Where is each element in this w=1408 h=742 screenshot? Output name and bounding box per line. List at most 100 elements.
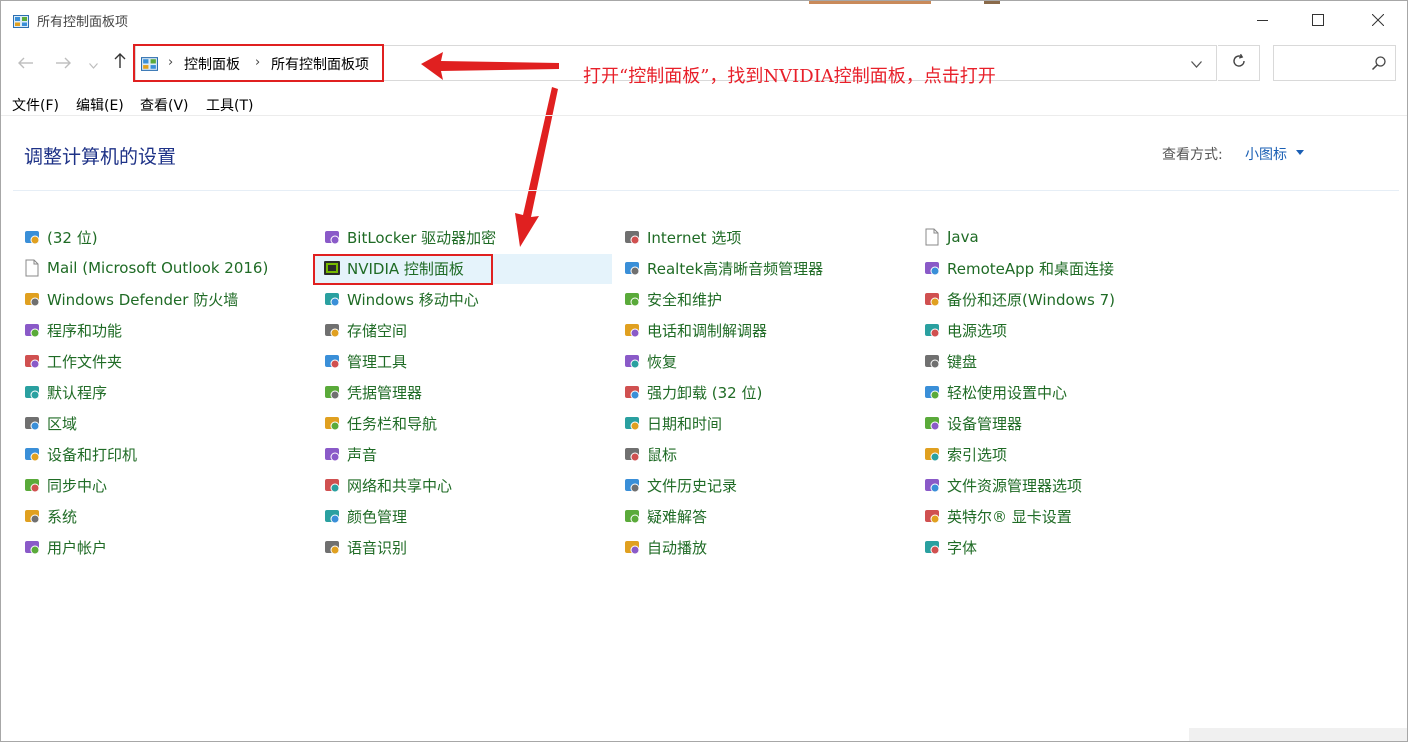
control-panel-item[interactable]: (32 位) xyxy=(23,225,98,249)
control-panel-item[interactable]: 安全和维护 xyxy=(623,287,722,311)
control-panel-item-label: 轻松使用设置中心 xyxy=(947,383,1068,402)
control-panel-item[interactable]: 索引选项 xyxy=(923,442,1007,466)
control-panel-item[interactable]: Windows Defender 防火墙 xyxy=(23,287,238,311)
control-panel-item-label: 声音 xyxy=(347,445,378,464)
control-panel-item[interactable]: 语音识别 xyxy=(323,535,407,559)
control-panel-item-label: Realtek高清晰音频管理器 xyxy=(647,259,824,278)
applet-icon xyxy=(923,352,941,370)
control-panel-item[interactable]: BitLocker 驱动器加密 xyxy=(323,225,496,249)
control-panel-item-label: Windows Defender 防火墙 xyxy=(47,290,239,309)
control-panel-item[interactable]: 区域 xyxy=(23,411,77,435)
control-panel-item[interactable]: 系统 xyxy=(23,504,77,528)
control-panel-item[interactable]: 自动播放 xyxy=(623,535,707,559)
applet-icon xyxy=(923,538,941,556)
applet-icon xyxy=(923,383,941,401)
applet-icon xyxy=(323,383,341,401)
control-panel-item[interactable]: 程序和功能 xyxy=(23,318,122,342)
view-by-dropdown[interactable]: 小图标 xyxy=(1245,144,1287,164)
control-panel-item[interactable]: 颜色管理 xyxy=(323,504,407,528)
view-by-label: 查看方式: xyxy=(1162,147,1223,163)
control-panel-item-label: 鼠标 xyxy=(647,445,678,464)
control-panel-item-label: 工作文件夹 xyxy=(47,352,123,371)
caret-down-icon xyxy=(1296,150,1304,155)
applet-icon xyxy=(623,352,641,370)
control-panel-item-label: 默认程序 xyxy=(47,383,108,402)
control-panel-item[interactable]: 网络和共享中心 xyxy=(323,473,452,497)
control-panel-item[interactable]: 鼠标 xyxy=(623,442,677,466)
control-panel-item-label: 语音识别 xyxy=(347,538,408,557)
applet-icon xyxy=(623,259,641,277)
applet-icon xyxy=(23,538,41,556)
control-panel-item[interactable]: Windows 移动中心 xyxy=(323,287,479,311)
control-panel-item[interactable]: 工作文件夹 xyxy=(23,349,122,373)
menu-view[interactable]: 查看(V) xyxy=(140,95,189,115)
control-panel-item-label: 恢复 xyxy=(647,352,678,371)
applet-icon xyxy=(623,445,641,463)
applet-icon xyxy=(323,538,341,556)
control-panel-item[interactable]: 电话和调制解调器 xyxy=(623,318,767,342)
control-panel-item[interactable]: 声音 xyxy=(323,442,377,466)
control-panel-item[interactable]: 英特尔® 显卡设置 xyxy=(923,504,1072,528)
control-panel-item[interactable]: Java xyxy=(923,225,979,249)
control-panel-item-label: 字体 xyxy=(947,538,978,557)
control-panel-item[interactable]: 强力卸载 (32 位) xyxy=(623,380,762,404)
control-panel-item-label: 键盘 xyxy=(947,352,978,371)
applet-icon xyxy=(323,352,341,370)
control-panel-item-label: 同步中心 xyxy=(47,476,108,495)
applet-icon xyxy=(23,259,41,277)
control-panel-item[interactable]: 恢复 xyxy=(623,349,677,373)
control-panel-item[interactable]: 字体 xyxy=(923,535,977,559)
control-panel-item[interactable]: 备份和还原(Windows 7) xyxy=(923,287,1115,311)
applet-icon xyxy=(323,507,341,525)
applet-icon xyxy=(623,228,641,246)
control-panel-item[interactable]: NVIDIA 控制面板 xyxy=(323,256,464,280)
menu-edit[interactable]: 编辑(E) xyxy=(76,95,124,115)
applet-icon xyxy=(923,507,941,525)
control-panel-item-label: 区域 xyxy=(47,414,78,433)
applet-icon xyxy=(923,414,941,432)
control-panel-item[interactable]: 日期和时间 xyxy=(623,411,722,435)
applet-icon xyxy=(923,445,941,463)
control-panel-item[interactable]: 设备和打印机 xyxy=(23,442,137,466)
control-panel-item[interactable]: 凭据管理器 xyxy=(323,380,422,404)
control-panel-item[interactable]: Mail (Microsoft Outlook 2016) xyxy=(23,256,268,280)
control-panel-item[interactable]: RemoteApp 和桌面连接 xyxy=(923,256,1114,280)
control-panel-item-label: 文件资源管理器选项 xyxy=(947,476,1083,495)
applet-icon xyxy=(623,507,641,525)
control-panel-item[interactable]: 默认程序 xyxy=(23,380,107,404)
control-panel-item[interactable]: 电源选项 xyxy=(923,318,1007,342)
applet-icon xyxy=(23,476,41,494)
control-panel-item[interactable]: 设备管理器 xyxy=(923,411,1022,435)
control-panel-item[interactable]: 任务栏和导航 xyxy=(323,411,437,435)
control-panel-item-label: 英特尔® 显卡设置 xyxy=(947,507,1072,526)
control-panel-item[interactable]: 文件资源管理器选项 xyxy=(923,473,1082,497)
control-panel-item-label: 存储空间 xyxy=(347,321,408,340)
applet-icon xyxy=(23,414,41,432)
applet-icon xyxy=(23,321,41,339)
control-panel-item[interactable]: 疑难解答 xyxy=(623,504,707,528)
control-panel-item-label: Windows 移动中心 xyxy=(347,290,479,309)
menu-bar: 文件(F) 编辑(E) 查看(V) 工具(T) xyxy=(1,91,1407,115)
control-panel-item[interactable]: 用户帐户 xyxy=(23,535,107,559)
control-panel-item-label: RemoteApp 和桌面连接 xyxy=(947,259,1114,278)
control-panel-item[interactable]: 存储空间 xyxy=(323,318,407,342)
control-panel-item-label: 系统 xyxy=(47,507,78,526)
control-panel-item[interactable]: 管理工具 xyxy=(323,349,407,373)
control-panel-item[interactable]: Internet 选项 xyxy=(623,225,741,249)
control-panel-item-label: 凭据管理器 xyxy=(347,383,423,402)
control-panel-item[interactable]: 文件历史记录 xyxy=(623,473,737,497)
control-panel-item-label: 管理工具 xyxy=(347,352,408,371)
control-panel-item-label: 设备和打印机 xyxy=(47,445,138,464)
applet-icon xyxy=(923,259,941,277)
menu-file[interactable]: 文件(F) xyxy=(12,95,59,115)
applet-icon xyxy=(923,228,941,246)
control-panel-item[interactable]: Realtek高清晰音频管理器 xyxy=(623,256,823,280)
menu-tools[interactable]: 工具(T) xyxy=(206,95,253,115)
control-panel-item[interactable]: 同步中心 xyxy=(23,473,107,497)
control-panel-item[interactable]: 键盘 xyxy=(923,349,977,373)
control-panel-item[interactable]: 轻松使用设置中心 xyxy=(923,380,1067,404)
control-panel-item-label: 任务栏和导航 xyxy=(347,414,438,433)
control-panel-item-label: Internet 选项 xyxy=(647,228,742,247)
applet-icon xyxy=(623,538,641,556)
control-panel-item-label: 电话和调制解调器 xyxy=(647,321,768,340)
